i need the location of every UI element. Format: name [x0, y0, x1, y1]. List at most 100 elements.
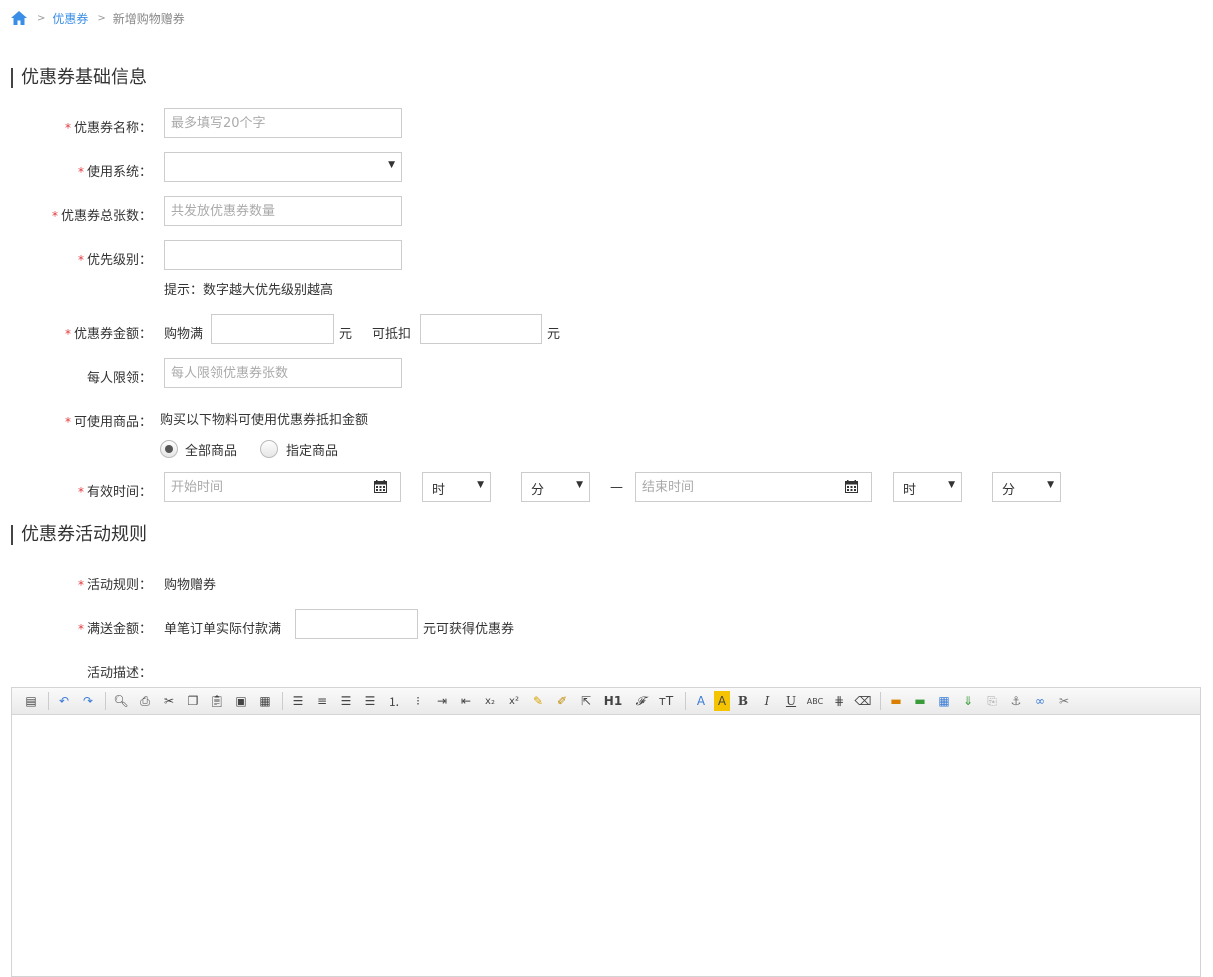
highlight-color-icon[interactable]: A	[714, 691, 730, 711]
outdent-icon[interactable]: ⇤	[455, 691, 477, 711]
amount-discount-input[interactable]	[420, 314, 542, 344]
bold-icon[interactable]: B	[732, 691, 754, 711]
underline-icon[interactable]: U	[780, 691, 802, 711]
multi-image-icon[interactable]: ▬	[909, 691, 931, 711]
time-range-dash: —	[610, 480, 623, 495]
amount-min-input[interactable]	[211, 314, 334, 344]
font-color-icon[interactable]: A	[690, 691, 712, 711]
per-person-limit-input[interactable]	[164, 358, 402, 388]
required-mark: *	[64, 327, 71, 341]
paste-icon[interactable]: 📋︎	[206, 691, 228, 711]
format-painter-icon[interactable]: ✐	[551, 691, 573, 711]
breadcrumb-coupon-link[interactable]: 优惠券	[52, 10, 88, 27]
toolbar-separator	[282, 692, 283, 710]
subscript-icon[interactable]: x₂	[479, 691, 501, 711]
font-family-icon[interactable]: 𝓕	[629, 691, 651, 711]
amount-discount-unit: 元	[547, 327, 561, 342]
threshold-prefix: 单笔订单实际付款满	[164, 622, 282, 637]
align-right-icon[interactable]: ☰	[335, 691, 357, 711]
align-center-icon[interactable]: ≡	[311, 691, 333, 711]
priority-input[interactable]	[164, 240, 402, 270]
threshold-amount-input[interactable]	[295, 609, 418, 639]
amount-discount-prefix: 可抵扣	[372, 327, 412, 342]
priority-hint: 提示：数字越大优先级别越高	[164, 283, 334, 298]
section-title-basic-info: 优惠券基础信息	[11, 68, 147, 88]
ordered-list-icon[interactable]: ⒈	[383, 691, 405, 711]
goods-description: 购买以下物料可使用优惠券抵扣金额	[160, 413, 369, 428]
radio-all-goods[interactable]	[160, 440, 178, 458]
amount-min-prefix: 购物满	[164, 327, 204, 342]
required-mark: *	[64, 415, 71, 429]
align-left-icon[interactable]: ☰	[287, 691, 309, 711]
toolbar-separator	[48, 692, 49, 710]
paste-text-icon[interactable]: ▣	[230, 691, 252, 711]
coupon-name-label: * 优惠券名称：	[64, 121, 152, 136]
undo-icon[interactable]: ↶	[53, 691, 75, 711]
start-minute-select[interactable]: 分 ▼	[521, 472, 590, 502]
radio-specified-goods-label[interactable]: 指定商品	[286, 440, 338, 459]
font-size-icon[interactable]: ᴛT	[653, 691, 679, 711]
editor-content-area[interactable]	[12, 715, 1200, 977]
radio-specified-goods[interactable]	[260, 440, 278, 458]
coupon-name-input[interactable]	[164, 108, 402, 138]
end-calendar-button[interactable]	[832, 472, 872, 502]
horizontal-rule-icon[interactable]: ⋕	[828, 691, 850, 711]
activity-description-label: 活动描述：	[86, 666, 152, 681]
link-icon[interactable]: ∞	[1029, 691, 1051, 711]
end-time-input[interactable]	[635, 472, 833, 502]
toolbar-separator	[685, 692, 686, 710]
section-title-activity-rules: 优惠券活动规则	[11, 525, 147, 545]
system-select[interactable]: ▼	[164, 152, 402, 182]
unlink-icon[interactable]: ✂	[1053, 691, 1075, 711]
clear-format-icon[interactable]: ✎	[527, 691, 549, 711]
breadcrumb: > 优惠券 > 新增购物赠券	[10, 8, 185, 28]
preview-icon[interactable]: 🔍︎	[110, 691, 132, 711]
superscript-icon[interactable]: x²	[503, 691, 525, 711]
image-icon[interactable]: ▬	[885, 691, 907, 711]
strikethrough-icon[interactable]: ABC	[804, 691, 826, 711]
radio-all-goods-label[interactable]: 全部商品	[185, 440, 237, 459]
editor-toolbar: ▤ ↶ ↷ 🔍︎ ⎙ ✂ ❐ 📋︎ ▣ ▦ ☰ ≡ ☰ ☰ ⒈ ⁝ ⇥ ⇤ x₂…	[12, 688, 1200, 715]
align-justify-icon[interactable]: ☰	[359, 691, 381, 711]
start-hour-select[interactable]: 时 ▼	[422, 472, 491, 502]
required-mark: *	[51, 209, 58, 223]
total-count-input[interactable]	[164, 196, 402, 226]
system-label: * 使用系统：	[77, 165, 152, 180]
chevron-down-icon: ▼	[1047, 480, 1054, 490]
redo-icon[interactable]: ↷	[77, 691, 99, 711]
breadcrumb-current: 新增购物赠券	[112, 11, 185, 26]
paste-word-icon[interactable]: ▦	[254, 691, 276, 711]
heading-dropdown[interactable]: H1	[599, 691, 627, 711]
breadcrumb-separator: >	[97, 12, 106, 24]
per-person-limit-label: 每人限领：	[86, 371, 152, 386]
copy-icon[interactable]: ❐	[182, 691, 204, 711]
toolbar-separator	[880, 692, 881, 710]
start-calendar-button[interactable]	[361, 472, 401, 502]
required-mark: *	[77, 485, 84, 499]
insert-row-icon[interactable]: ⇓	[957, 691, 979, 711]
unordered-list-icon[interactable]: ⁝	[407, 691, 429, 711]
priority-label: * 优先级别：	[77, 253, 152, 268]
anchor-icon[interactable]: ⚓	[1005, 691, 1027, 711]
select-all-icon[interactable]: ⇱	[575, 691, 597, 711]
required-mark: *	[77, 622, 84, 636]
cut-icon[interactable]: ✂	[158, 691, 180, 711]
indent-icon[interactable]: ⇥	[431, 691, 453, 711]
amount-min-unit: 元	[339, 327, 353, 342]
eraser-icon[interactable]: ⌫	[852, 691, 874, 711]
page-break-icon[interactable]: ⎘	[981, 691, 1003, 711]
start-time-input[interactable]	[164, 472, 362, 502]
end-minute-select[interactable]: 分 ▼	[992, 472, 1061, 502]
toolbar-separator	[105, 692, 106, 710]
print-icon[interactable]: ⎙	[134, 691, 156, 711]
valid-time-label: * 有效时间：	[77, 485, 152, 500]
table-icon[interactable]: ▦	[933, 691, 955, 711]
threshold-suffix: 元可获得优惠券	[423, 622, 515, 637]
chevron-down-icon: ▼	[576, 480, 583, 490]
italic-icon[interactable]: I	[756, 691, 778, 711]
end-hour-select[interactable]: 时 ▼	[893, 472, 962, 502]
source-icon[interactable]: ▤	[20, 691, 42, 711]
home-icon[interactable]	[10, 10, 28, 26]
goods-label: * 可使用商品：	[64, 415, 152, 430]
activity-rule-label: * 活动规则：	[77, 578, 152, 593]
